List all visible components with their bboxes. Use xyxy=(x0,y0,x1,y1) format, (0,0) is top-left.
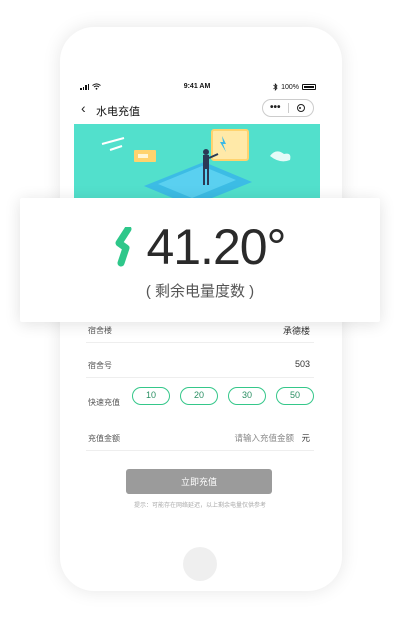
banner-illustration xyxy=(74,124,320,204)
chevron-left-icon[interactable]: ‹ xyxy=(81,100,86,116)
more-dots-icon[interactable]: ••• xyxy=(263,103,288,113)
bluetooth-icon xyxy=(273,83,278,91)
amount-label: 充值金额 xyxy=(88,434,120,443)
remaining-power-caption: ( 剩余电量度数 ) xyxy=(145,283,255,300)
battery-percent: 100% xyxy=(281,83,299,91)
remaining-power-value: 41.20° xyxy=(146,219,286,275)
page-title: 水电充值 xyxy=(96,106,140,118)
lightning-bolt-icon xyxy=(115,227,132,267)
amount-row: 充值金额 元 xyxy=(86,426,314,451)
amount-unit: 元 xyxy=(301,433,310,443)
amount-input[interactable] xyxy=(192,429,296,447)
quick-amount-10-button[interactable]: 10 xyxy=(132,387,170,405)
building-value: 承德楼 xyxy=(282,326,310,336)
room-label: 宿舍号 xyxy=(88,361,112,370)
isometric-scene-illustration xyxy=(74,124,320,204)
remaining-power-card: 41.20° ( 剩余电量度数 ) xyxy=(20,198,380,322)
quick-amount-30-button[interactable]: 30 xyxy=(228,387,266,405)
status-bar: 9:41 AM 100% xyxy=(74,82,320,94)
target-circle-icon[interactable] xyxy=(289,104,314,112)
room-row[interactable]: 宿舍号 503 xyxy=(86,351,314,378)
building-label: 宿舍楼 xyxy=(88,326,112,335)
home-button[interactable] xyxy=(183,547,217,581)
room-value: 503 xyxy=(294,359,310,369)
building-row[interactable]: 宿舍楼 承德楼 xyxy=(86,316,314,343)
quick-recharge-label: 快速充值 xyxy=(88,398,120,407)
tip-text: 提示：可能存在网络延迟，以上剩余电量仅供参考 xyxy=(133,503,266,509)
quick-recharge-row: 快速充值 10 20 30 50 xyxy=(86,384,314,414)
recharge-now-button[interactable]: 立即充值 xyxy=(126,469,272,494)
nav-bar: ‹ 水电充值 ••• xyxy=(74,98,320,122)
mini-program-capsule: ••• xyxy=(262,99,314,117)
quick-amount-20-button[interactable]: 20 xyxy=(180,387,218,405)
quick-amount-50-button[interactable]: 50 xyxy=(276,387,314,405)
battery-icon xyxy=(302,84,316,90)
